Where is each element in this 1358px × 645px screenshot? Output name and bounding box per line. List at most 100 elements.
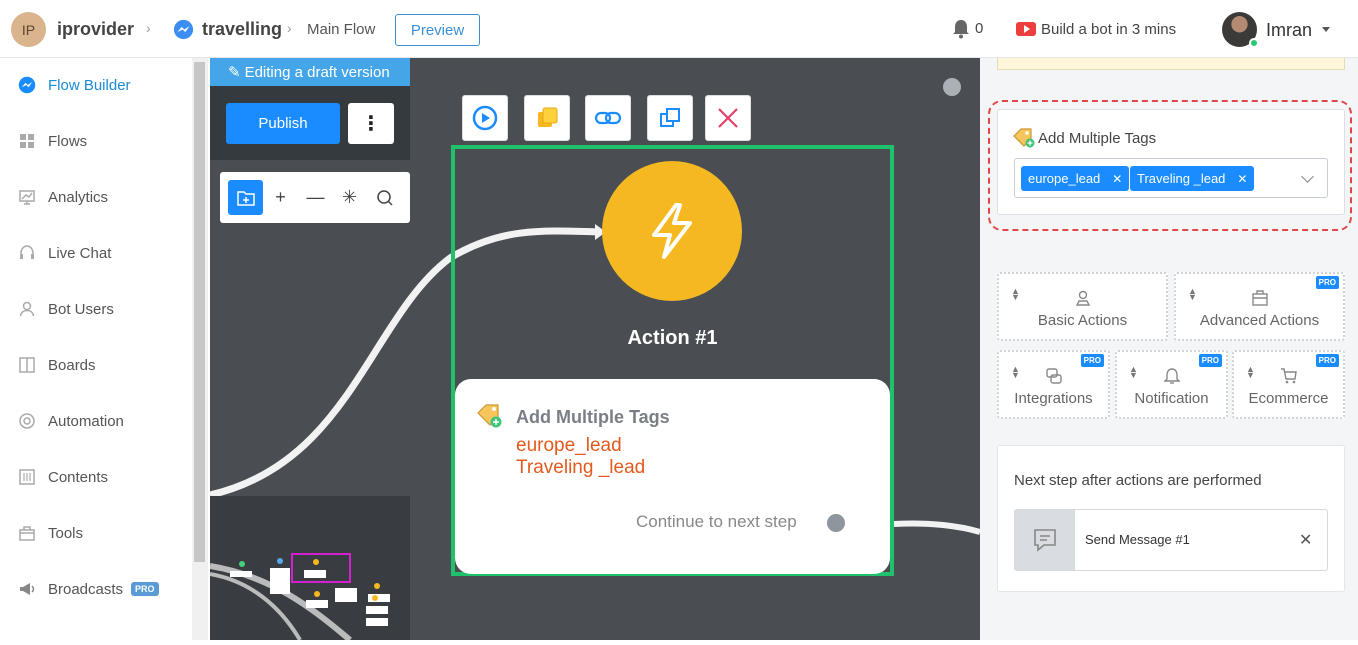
sort-icon: ▲ ▼ xyxy=(1011,286,1020,302)
sidebar-item-label: Broadcasts xyxy=(48,580,124,598)
card-tag: europe_lead xyxy=(516,435,622,456)
sort-icon: ▲ ▼ xyxy=(1129,364,1138,380)
messenger-icon xyxy=(18,76,36,94)
pro-badge: PRO xyxy=(1198,354,1222,367)
preview-button[interactable]: Preview xyxy=(395,14,480,46)
remove-tag-icon[interactable]: ✕ xyxy=(1112,172,1122,186)
canvas-toolbox: + — ✳ xyxy=(220,172,410,223)
sort-icon: ▲ ▼ xyxy=(1188,286,1197,302)
sidebar: Flow Builder Flows Analytics Live Chat B… xyxy=(0,58,208,640)
sidebar-item-tools[interactable]: Tools xyxy=(0,513,192,553)
close-icon[interactable]: ✕ xyxy=(1299,530,1312,550)
sidebar-item-automation[interactable]: Automation xyxy=(0,401,192,441)
sidebar-item-label: Bot Users xyxy=(48,300,114,318)
tile-label: Integrations xyxy=(1014,390,1093,407)
sidebar-item-label: Boards xyxy=(48,356,96,374)
integrations-tile[interactable]: ▲ ▼ Integrations PRO xyxy=(997,350,1110,419)
sort-icon: ▲ ▼ xyxy=(1246,364,1255,380)
notification-tile[interactable]: ▲ ▼ Notification PRO xyxy=(1115,350,1228,419)
pro-badge: PRO xyxy=(131,582,159,596)
megaphone-icon xyxy=(20,583,35,595)
breadcrumb-flow[interactable]: Main Flow xyxy=(307,21,375,38)
publish-button[interactable]: Publish xyxy=(226,103,340,144)
duplicate-icon[interactable] xyxy=(647,95,693,141)
user-name[interactable]: Imran xyxy=(1266,20,1312,41)
sidebar-scroll-thumb[interactable] xyxy=(194,62,205,562)
integrations-icon xyxy=(1045,368,1062,384)
contents-icon xyxy=(19,469,35,485)
sidebar-item-label: Tools xyxy=(48,524,84,542)
close-icon[interactable] xyxy=(705,95,751,141)
sort-icon: ▲ ▼ xyxy=(1011,364,1020,380)
sidebar-item-boards[interactable]: Boards xyxy=(0,345,192,385)
notification-count: 0 xyxy=(975,20,984,37)
top-bar: IP iprovider › travelling › Main Flow Pr… xyxy=(0,0,1358,58)
workspace-name[interactable]: iprovider xyxy=(57,19,134,40)
add-folder-icon[interactable] xyxy=(228,180,263,215)
sidebar-item-broadcasts[interactable]: Broadcasts PRO xyxy=(0,569,192,609)
youtube-icon[interactable] xyxy=(1016,22,1036,36)
chevron-right-icon: › xyxy=(287,20,292,36)
connector-handle[interactable] xyxy=(827,514,845,532)
remove-tag-icon[interactable]: ✕ xyxy=(1237,172,1247,186)
workspace-avatar[interactable]: IP xyxy=(11,12,46,47)
briefcase-icon xyxy=(1251,290,1268,306)
search-icon[interactable] xyxy=(367,180,402,215)
tags-label: Add Multiple Tags xyxy=(1038,130,1157,147)
tag-add-icon xyxy=(477,404,502,428)
basic-actions-tile[interactable]: ▲ ▼ Basic Actions xyxy=(997,272,1168,341)
tag-chip: europe_lead ✕ xyxy=(1021,166,1130,191)
grid-icon xyxy=(20,134,34,148)
sidebar-item-analytics[interactable]: Analytics xyxy=(0,177,192,217)
sidebar-item-contents[interactable]: Contents xyxy=(0,457,192,497)
breadcrumb-page[interactable]: travelling xyxy=(202,19,282,40)
sidebar-item-flows[interactable]: Flows xyxy=(0,121,192,161)
board-icon xyxy=(19,357,35,373)
edit-icon: ✎ xyxy=(228,64,241,81)
messenger-icon xyxy=(173,19,194,40)
build-bot-link[interactable]: Build a bot in 3 mins xyxy=(1041,21,1176,38)
user-icon xyxy=(19,301,35,317)
cart-icon xyxy=(1280,368,1297,384)
sidebar-item-label: Live Chat xyxy=(48,244,112,262)
bell-icon[interactable] xyxy=(952,19,970,39)
auto-arrange-icon[interactable]: ✳ xyxy=(332,180,367,215)
continue-label: Continue to next step xyxy=(636,512,797,531)
sidebar-item-live-chat[interactable]: Live Chat xyxy=(0,233,192,273)
sidebar-item-label: Flow Builder xyxy=(48,76,131,94)
zoom-out-icon[interactable]: — xyxy=(298,180,333,215)
tag-add-icon xyxy=(1013,128,1035,148)
zoom-in-icon[interactable]: + xyxy=(263,180,298,215)
more-options-icon[interactable]: ⋮ xyxy=(348,103,394,144)
card-tag: Traveling _lead xyxy=(516,457,646,478)
tile-label: Advanced Actions xyxy=(1199,312,1320,329)
advanced-actions-tile[interactable]: ▲ ▼ Advanced Actions PRO xyxy=(1174,272,1345,341)
chevron-down-icon[interactable] xyxy=(1322,27,1330,32)
tile-label: Basic Actions xyxy=(1037,312,1128,329)
note-textarea[interactable] xyxy=(997,58,1345,70)
note-icon[interactable] xyxy=(524,95,570,141)
tools-icon xyxy=(19,526,35,541)
message-icon xyxy=(1015,510,1075,570)
next-step-label: Next step after actions are performed xyxy=(1014,472,1262,489)
sidebar-item-label: Analytics xyxy=(48,188,109,206)
chart-icon xyxy=(19,190,35,205)
play-icon[interactable] xyxy=(462,95,508,141)
automation-icon xyxy=(19,413,35,429)
bell-icon xyxy=(1162,368,1181,384)
sidebar-item-flow-builder[interactable]: Flow Builder xyxy=(0,65,192,105)
link-icon[interactable] xyxy=(585,95,631,141)
ecommerce-tile[interactable]: ▲ ▼ Ecommerce PRO xyxy=(1232,350,1345,419)
pro-badge: PRO xyxy=(1315,354,1339,367)
sidebar-item-label: Flows xyxy=(48,132,88,150)
tag-chip: Traveling _lead ✕ xyxy=(1130,166,1255,191)
chevron-right-icon: › xyxy=(146,20,151,36)
draft-label: Editing a draft version xyxy=(244,63,390,81)
minimap[interactable] xyxy=(209,496,410,643)
sidebar-item-bot-users[interactable]: Bot Users xyxy=(0,289,192,329)
scroll-up-icon[interactable] xyxy=(943,78,961,96)
pro-badge: PRO xyxy=(1315,276,1339,289)
sidebar-item-label: Automation xyxy=(48,412,124,430)
headset-icon xyxy=(20,245,34,259)
tag-chip-label: europe_lead xyxy=(1028,171,1101,186)
